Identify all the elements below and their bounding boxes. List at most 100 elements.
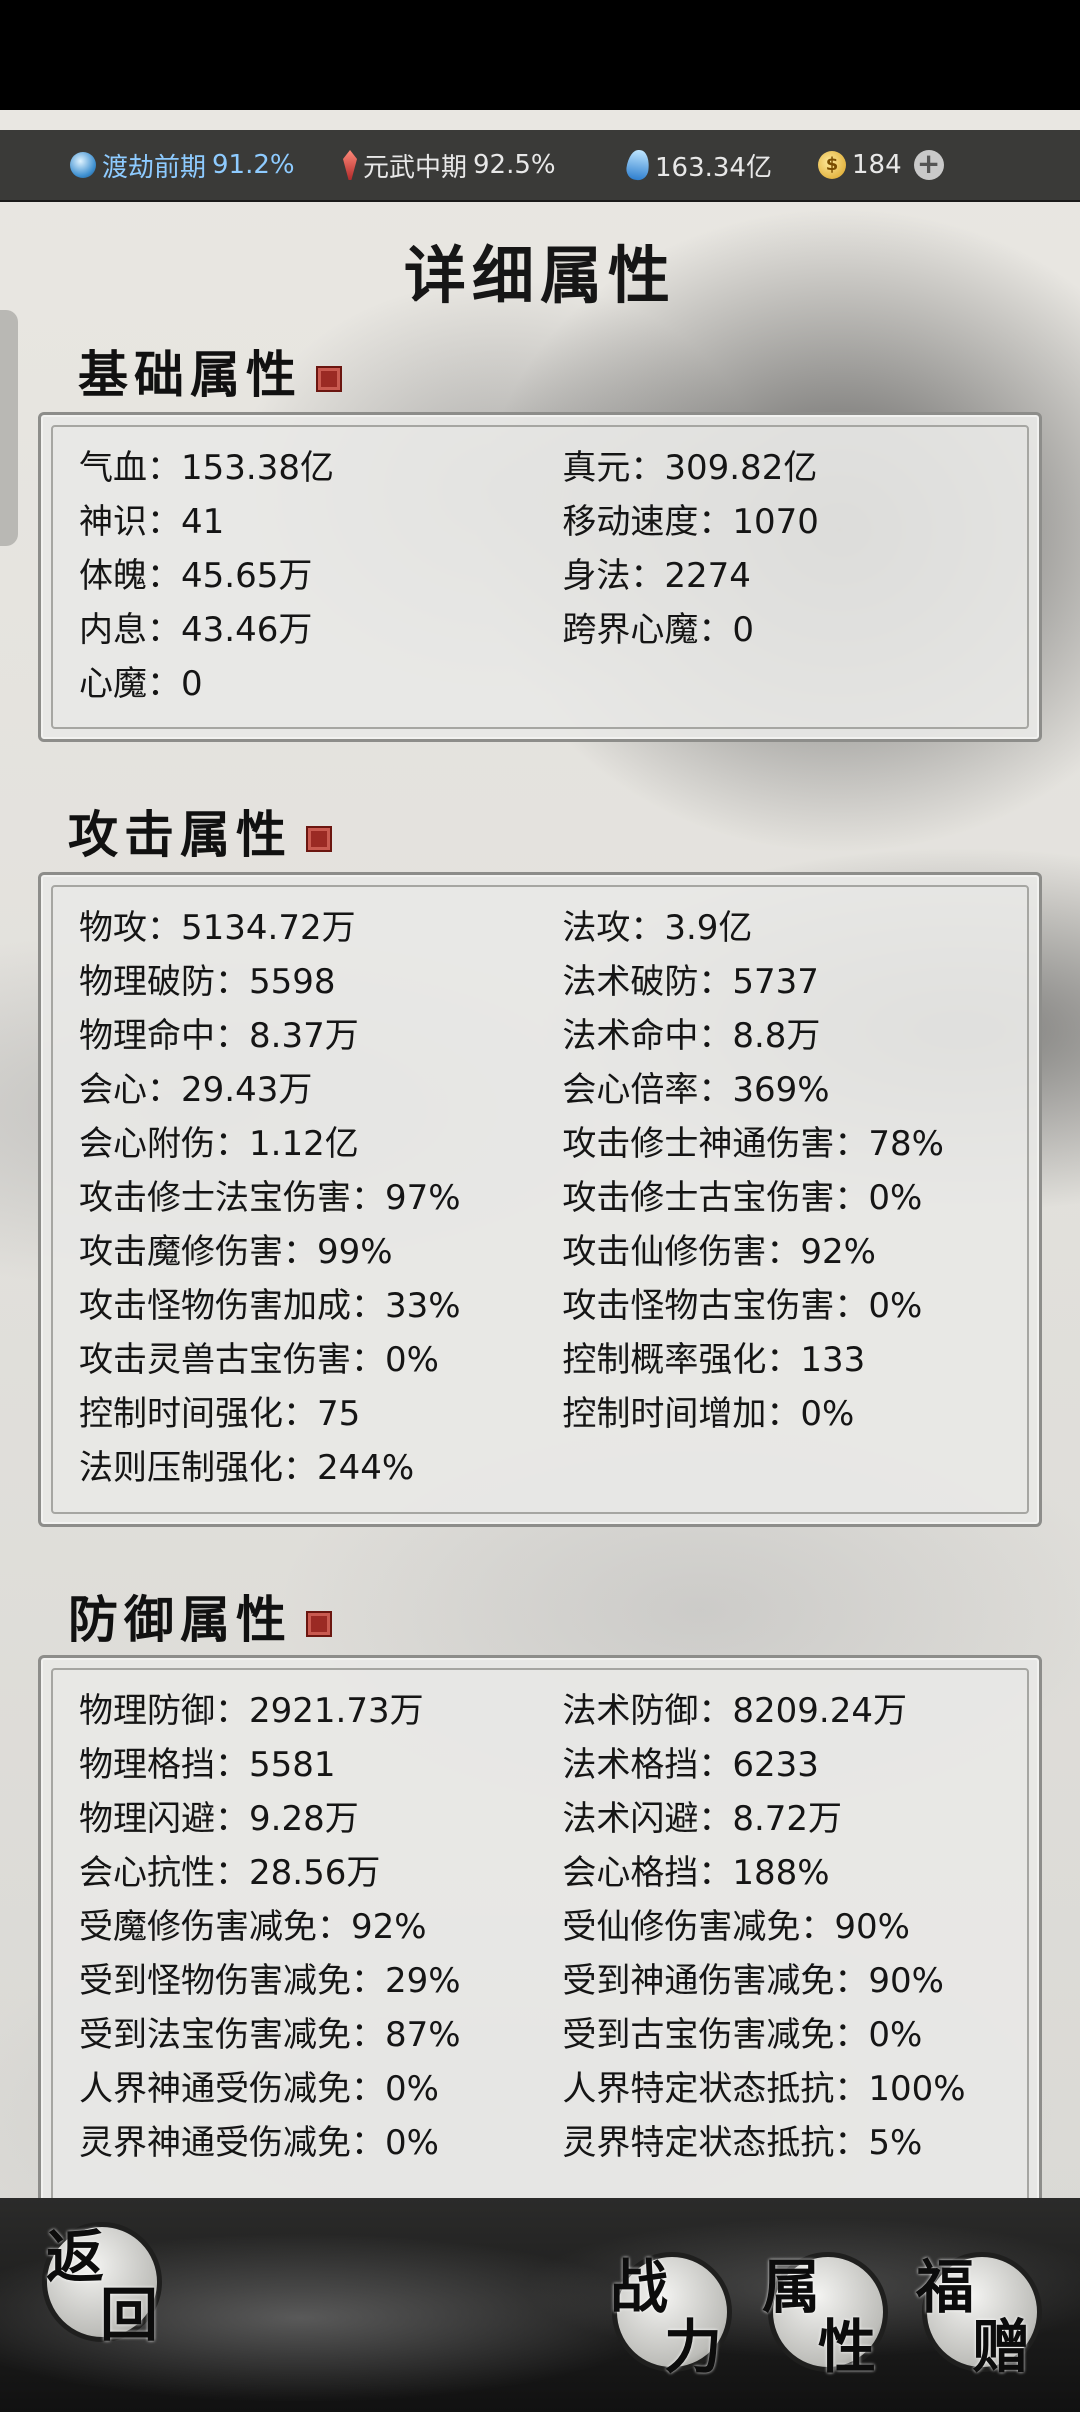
attribute-row: 攻击灵兽古宝伤害：0% 控制概率强化：133 [79, 1333, 1009, 1387]
attribute-left: 体魄：45.65万 [79, 556, 313, 596]
attribute-right: 法术命中：8.8万 [562, 1016, 821, 1056]
section-title-basic: 基础属性 [78, 335, 342, 407]
section-title-attack: 攻击属性 [68, 795, 332, 867]
realm2-percent: 92.5% [473, 150, 556, 180]
attribute-left: 神识：41 [79, 502, 225, 542]
attribute-right: 受到古宝伤害减免：0% [562, 2015, 923, 2055]
attribute-right: 法术破防：5737 [562, 962, 819, 1002]
attribute-right [562, 1441, 1009, 1495]
attribute-row: 受魔修伤害减免：92% 受仙修伤害减免：90% [79, 1900, 1009, 1954]
attribute-row: 攻击修士法宝伤害：97% 攻击修士古宝伤害：0% [79, 1171, 1009, 1225]
attribute-left: 物理破防：5598 [79, 962, 336, 1002]
attribute-right: 控制概率强化：133 [562, 1340, 866, 1380]
attribute-right: 攻击修士古宝伤害：0% [562, 1178, 923, 1218]
combat-char-1: 战 [610, 2253, 669, 2321]
back-char-1: 返 [46, 2223, 105, 2291]
attribute-row: 攻击怪物伤害加成：33% 攻击怪物古宝伤害：0% [79, 1279, 1009, 1333]
attribute-left: 攻击怪物伤害加成：33% [79, 1286, 461, 1326]
section-title-basic-text: 基础属性 [78, 345, 302, 404]
attribute-right: 法术格挡：6233 [562, 1745, 819, 1785]
currency-status-bar: 渡劫前期 91.2% 元武中期 92.5% 163.34亿 $ 184 + [0, 130, 1080, 202]
seal-icon [306, 826, 332, 852]
droplet-icon [625, 148, 651, 182]
attribute-row: 受到法宝伤害减免：87% 受到古宝伤害减免：0% [79, 2008, 1009, 2062]
attribute-left: 会心抗性：28.56万 [79, 1853, 381, 1893]
attribute-right: 会心格挡：188% [562, 1853, 830, 1893]
attribute-left: 物理命中：8.37万 [79, 1016, 359, 1056]
attribute-row: 灵界神通受伤减免：0% 灵界特定状态抵抗：5% [79, 2116, 1009, 2170]
attack-attributes-panel: 物攻：5134.72万 法攻：3.9亿物理破防：5598 法术破防：5737 物理命中… [38, 872, 1042, 1527]
attribute-row: 心魔：0 [79, 657, 1009, 711]
basic-attributes-panel: 气血：153.38亿 真元：309.82亿神识：41 移动速度：1070 体魄：45.… [38, 412, 1042, 742]
attribute-right: 攻击仙修伤害：92% [562, 1232, 876, 1272]
attribute-row: 神识：41 移动速度：1070 [79, 495, 1009, 549]
attribute-left: 气血：153.38亿 [79, 448, 334, 488]
section-title-defense-text: 防御属性 [68, 1590, 292, 1649]
realm2-stat[interactable]: 元武中期 92.5% [343, 147, 556, 184]
spirit-stone-stat[interactable]: 163.34亿 [625, 147, 772, 184]
attribute-right: 移动速度：1070 [562, 502, 819, 542]
attribute-left: 法则压制强化：244% [79, 1448, 415, 1488]
attribute-left: 受到法宝伤害减免：87% [79, 2015, 461, 2055]
realm1-name: 渡劫前期 [102, 152, 207, 183]
attribute-row: 物理防御：2921.73万 法术防御：8209.24万 [79, 1684, 1009, 1738]
attribute-right: 攻击怪物古宝伤害：0% [562, 1286, 923, 1326]
section-title-defense: 防御属性 [68, 1580, 332, 1652]
gold-stat[interactable]: $ 184 + [818, 150, 944, 180]
attribute-row: 攻击魔修伤害：99% 攻击仙修伤害：92% [79, 1225, 1009, 1279]
attribute-left: 控制时间强化：75 [79, 1394, 361, 1434]
attribute-left: 受魔修伤害减免：92% [79, 1907, 427, 1947]
attributes-char-1: 属 [762, 2253, 821, 2321]
attribute-row: 体魄：45.65万 身法：2274 [79, 549, 1009, 603]
attribute-left: 会心附伤：1.12亿 [79, 1124, 359, 1164]
spirit-stone-amount: 163.34亿 [655, 152, 772, 183]
blessing-char-2: 赠 [972, 2313, 1031, 2381]
side-drawer-handle[interactable] [0, 310, 18, 546]
attribute-left: 物理防御：2921.73万 [79, 1691, 424, 1731]
back-char-2: 回 [100, 2281, 159, 2349]
attribute-row: 物理破防：5598 法术破防：5737 [79, 955, 1009, 1009]
seal-icon [316, 366, 342, 392]
sword-icon [343, 150, 357, 180]
attribute-left: 心魔：0 [79, 664, 203, 704]
plus-icon[interactable]: + [913, 150, 944, 180]
attribute-right [562, 657, 1009, 711]
attribute-left: 内息：43.46万 [79, 610, 313, 650]
realm1-percent: 91.2% [212, 150, 295, 180]
device-top-area [0, 0, 1080, 110]
attribute-left: 受到怪物伤害减免：29% [79, 1961, 461, 2001]
attribute-left: 攻击魔修伤害：99% [79, 1232, 393, 1272]
attribute-right: 会心倍率：369% [562, 1070, 830, 1110]
gold-amount: 184 [852, 150, 902, 180]
attribute-right: 真元：309.82亿 [562, 448, 818, 488]
attribute-row: 物攻：5134.72万 法攻：3.9亿 [79, 901, 1009, 955]
attribute-row: 会心附伤：1.12亿 攻击修士神通伤害：78% [79, 1117, 1009, 1171]
attribute-row: 法则压制强化：244% [79, 1441, 1009, 1495]
attribute-row: 会心：29.43万 会心倍率：369% [79, 1063, 1009, 1117]
attribute-left: 物攻：5134.72万 [79, 908, 356, 948]
attribute-row: 人界神通受伤减免：0% 人界特定状态抵抗：100% [79, 2062, 1009, 2116]
attribute-right: 法术闪避：8.72万 [562, 1799, 843, 1839]
realm1-stat[interactable]: 渡劫前期 91.2% [70, 147, 295, 184]
attribute-row: 气血：153.38亿 真元：309.82亿 [79, 441, 1009, 495]
attribute-row: 内息：43.46万 跨界心魔：0 [79, 603, 1009, 657]
orb-icon [70, 152, 96, 178]
combat-char-2: 力 [664, 2313, 723, 2381]
attribute-left: 物理格挡：5581 [79, 1745, 336, 1785]
section-title-attack-text: 攻击属性 [68, 805, 292, 864]
attribute-row: 控制时间强化：75 控制时间增加：0% [79, 1387, 1009, 1441]
attribute-right: 受仙修伤害减免：90% [562, 1907, 910, 1947]
attribute-left: 攻击灵兽古宝伤害：0% [79, 1340, 439, 1380]
attribute-left: 攻击修士法宝伤害：97% [79, 1178, 461, 1218]
attribute-left: 人界神通受伤减免：0% [79, 2069, 439, 2109]
attribute-right: 跨界心魔：0 [562, 610, 754, 650]
attribute-left: 会心：29.43万 [79, 1070, 313, 1110]
seal-icon [306, 1611, 332, 1637]
attribute-row: 物理闪避：9.28万 法术闪避：8.72万 [79, 1792, 1009, 1846]
attribute-left: 灵界神通受伤减免：0% [79, 2123, 439, 2163]
blessing-char-1: 福 [916, 2253, 975, 2321]
coin-icon: $ [818, 151, 846, 179]
page-title: 详细属性 [403, 239, 676, 312]
attribute-row: 物理命中：8.37万 法术命中：8.8万 [79, 1009, 1009, 1063]
realm2-name: 元武中期 [363, 152, 468, 183]
